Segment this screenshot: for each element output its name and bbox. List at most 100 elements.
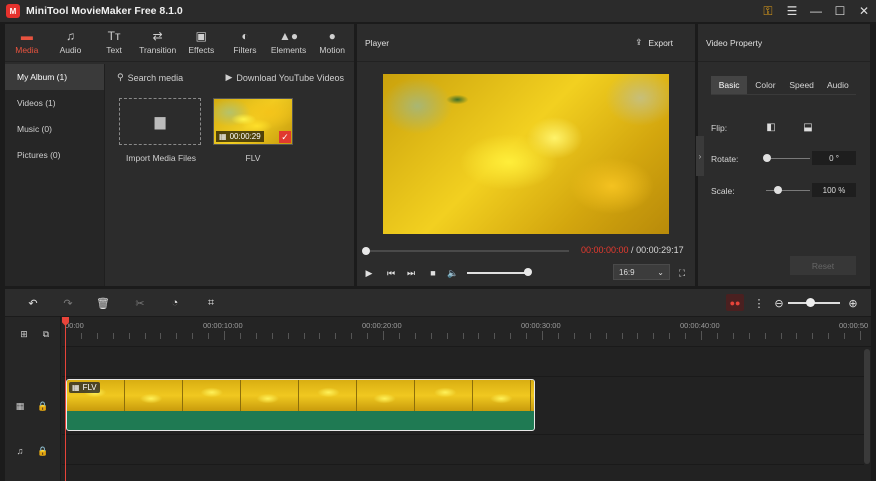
prev-frame-icon[interactable]: ⏮ (384, 266, 398, 280)
ruler-label: 00:00:50 (839, 321, 869, 330)
lock-icon[interactable]: 🔒 (37, 400, 49, 412)
empty-track[interactable] (62, 347, 864, 377)
delete-icon[interactable]: 🗑 (95, 295, 111, 311)
tab-audio[interactable]: Audio (820, 76, 856, 94)
download-youtube-button[interactable]: ▶ Download YouTube Videos (225, 72, 344, 83)
volume-icon[interactable]: 🔈 (446, 266, 460, 280)
scale-slider[interactable] (766, 190, 810, 191)
youtube-icon: ▶ (225, 72, 233, 82)
ruler-tick (398, 333, 400, 339)
record-icon[interactable]: ●● (726, 294, 744, 311)
tab-color[interactable]: Color (747, 76, 783, 94)
sidebar-item-my-album[interactable]: My Album (1) (5, 64, 104, 90)
ruler-tick (685, 333, 687, 339)
media-body: My Album (1) Videos (1) Music (0) Pictur… (5, 64, 354, 286)
property-tabs: Basic Color Speed Audio (711, 76, 856, 95)
ruler-tick (669, 333, 671, 339)
collapse-panel-button[interactable]: › (696, 136, 704, 176)
music-track[interactable] (62, 435, 864, 465)
time-ruler[interactable]: 00:00 00:00:10:00 00:00:20:00 00:00:30:0… (62, 317, 871, 347)
tab-basic[interactable]: Basic (711, 76, 748, 94)
ruler-tick (542, 331, 543, 340)
fit-timeline-icon[interactable]: ⋮ (751, 295, 767, 311)
ruler-tick (573, 333, 575, 339)
player-title: Player (365, 37, 390, 48)
sidebar-item-videos[interactable]: Videos (1) (5, 90, 104, 116)
rotate-slider[interactable] (766, 158, 810, 159)
rotate-slider-handle[interactable] (763, 154, 771, 162)
play-icon[interactable]: ▶ (362, 266, 376, 280)
fullscreen-icon[interactable]: ⛶ (675, 266, 689, 280)
media-panel: ▬ Media ♫ Audio Tт Text ⇄ Transition ▣ Effect… (5, 24, 354, 286)
rotate-value-field[interactable]: 0 ° (812, 151, 856, 165)
tab-label: Text (106, 45, 122, 55)
tab-transition[interactable]: ⇄ Transition (136, 24, 180, 61)
ruler-tick (144, 333, 146, 339)
export-button[interactable]: ⇪ Export (635, 37, 673, 48)
media-item-thumbnail[interactable]: ▦ 00:00:29 ✓ (213, 98, 293, 145)
tab-speed[interactable]: Speed (784, 76, 820, 94)
seek-handle[interactable] (362, 247, 370, 255)
seek-bar[interactable] (363, 250, 569, 252)
timeline-scrollbar[interactable] (864, 349, 870, 464)
sidebar-item-music[interactable]: Music (0) (5, 116, 104, 142)
aspect-ratio-select[interactable]: 16:9 ⌄ (613, 264, 670, 280)
export-icon: ⇪ (635, 37, 643, 47)
library-tabs: ▬ Media ♫ Audio Tт Text ⇄ Transition ▣ Effect… (5, 24, 354, 62)
media-library: ⚲ Search media ▶ Download YouTube Videos… (107, 64, 354, 286)
flip-vertical-icon[interactable]: ⬓ (801, 120, 815, 134)
tab-audio[interactable]: ♫ Audio (49, 24, 93, 61)
tab-label: Effects (188, 45, 215, 55)
zoom-out-icon[interactable]: ⊖ (771, 295, 787, 311)
tab-text[interactable]: Tт Text (92, 24, 136, 61)
split-icon[interactable]: ✂ (132, 295, 148, 311)
zoom-slider-handle[interactable] (806, 298, 815, 307)
timeline: ⊞ ⧉ ▦ 🔒 ♫ 🔒 00:00 00:00:10:00 00:00:20:0… (5, 317, 871, 481)
app-title: MiniTool MovieMaker Free 8.1.0 (26, 5, 183, 17)
search-media-button[interactable]: ⚲ Search media (117, 72, 183, 83)
speed-icon[interactable]: ◔ (167, 295, 183, 311)
tab-elements[interactable]: ▲● Elements (267, 24, 311, 61)
motion-icon: ● (328, 29, 336, 43)
tab-motion[interactable]: ● Motion (310, 24, 354, 61)
window-controls: ⚿ ☰ — ☐ ✕ (756, 0, 876, 22)
scale-slider-handle[interactable] (774, 186, 782, 194)
key-icon[interactable]: ⚿ (756, 0, 780, 22)
ruler-tick (271, 333, 273, 339)
undo-icon[interactable]: ↶ (25, 295, 41, 311)
ruler-tick (732, 333, 734, 339)
import-media-button[interactable]: ▆ (119, 98, 201, 145)
rotate-label: Rotate: (711, 154, 739, 164)
flip-horizontal-icon[interactable]: ◧ (764, 120, 778, 134)
menu-icon[interactable]: ☰ (780, 0, 804, 22)
folder-icon: ▆ (154, 113, 166, 129)
timeline-clip[interactable]: ▦ FLV (66, 379, 535, 431)
sidebar-item-pictures[interactable]: Pictures (0) (5, 142, 104, 168)
maximize-icon[interactable]: ☐ (828, 0, 852, 22)
youtube-label: Download YouTube Videos (236, 72, 344, 83)
lock-icon[interactable]: 🔒 (37, 445, 49, 457)
reset-button[interactable]: Reset (790, 256, 856, 275)
next-frame-icon[interactable]: ⏭ (404, 266, 418, 280)
zoom-in-icon[interactable]: ⊕ (845, 295, 861, 311)
media-sidebar: My Album (1) Videos (1) Music (0) Pictur… (5, 64, 105, 286)
close-icon[interactable]: ✕ (852, 0, 876, 22)
minimize-icon[interactable]: — (804, 0, 828, 22)
crop-icon[interactable]: ⌗ (203, 295, 219, 311)
ruler-tick (255, 333, 257, 339)
ruler-tick (812, 333, 814, 339)
volume-slider[interactable] (467, 272, 529, 274)
ruler-tick (828, 333, 830, 339)
playhead[interactable] (65, 317, 66, 481)
video-preview[interactable] (383, 74, 669, 234)
ruler-tick (383, 331, 384, 340)
copy-track-icon[interactable]: ⧉ (40, 328, 52, 340)
tab-filters[interactable]: ◐ Filters (223, 24, 267, 61)
stop-icon[interactable]: ■ (426, 266, 440, 280)
scale-value-field[interactable]: 100 % (812, 183, 856, 197)
redo-icon[interactable]: ↷ (60, 295, 76, 311)
tab-media[interactable]: ▬ Media (5, 24, 49, 61)
add-track-icon[interactable]: ⊞ (18, 328, 30, 340)
volume-handle[interactable] (524, 268, 532, 276)
tab-effects[interactable]: ▣ Effects (180, 24, 224, 61)
